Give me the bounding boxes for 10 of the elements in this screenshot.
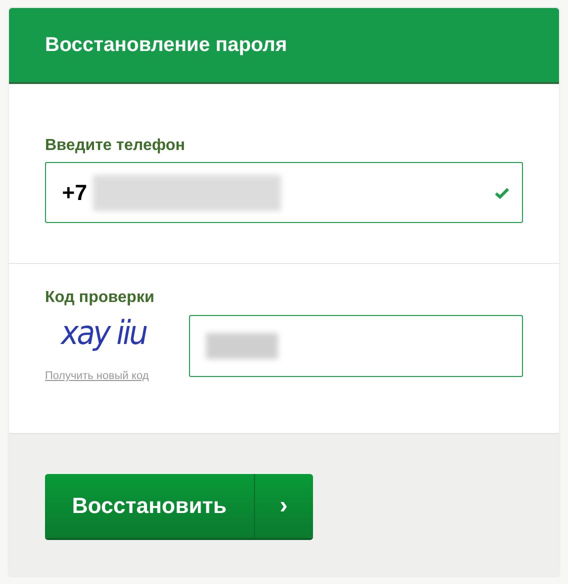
field-label: Код проверки xyxy=(45,288,154,308)
dialog-title: Восстановление пароля xyxy=(45,33,288,58)
chevron-icon: › xyxy=(254,474,313,538)
phone-prefix: +7 xyxy=(62,179,88,207)
captcha-image: xay iiu xyxy=(61,314,146,354)
new-code-link[interactable]: Получить новый код xyxy=(45,368,149,384)
field-label: Введите телефон xyxy=(45,136,186,156)
restore-button[interactable]: Восстановить › xyxy=(45,474,313,538)
phone-field[interactable]: +7 xyxy=(45,162,523,223)
captcha-field[interactable] xyxy=(189,315,523,377)
